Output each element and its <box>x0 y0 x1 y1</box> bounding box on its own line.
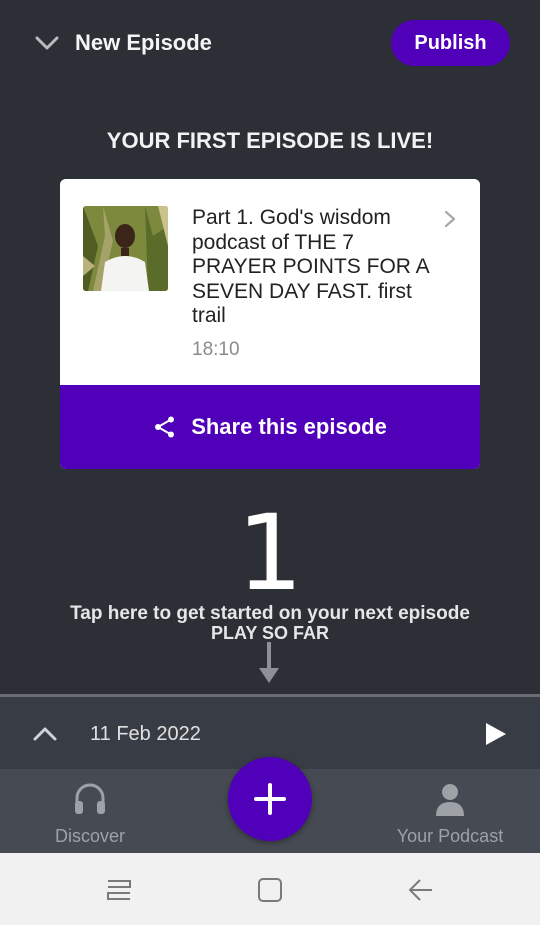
episode-live-heading: YOUR FIRST EPISODE IS LIVE! <box>106 128 434 153</box>
episode-duration: 18:10 <box>192 339 240 360</box>
back-icon[interactable] <box>406 875 436 905</box>
tab-your-podcast[interactable]: Your Podcast <box>360 769 540 853</box>
tab-discover-label: Discover <box>54 826 125 846</box>
home-icon[interactable] <box>255 875 285 905</box>
chevron-right-icon[interactable] <box>442 209 458 229</box>
page-title: New Episode <box>75 30 212 55</box>
publish-button[interactable]: Publish <box>391 20 510 66</box>
share-icon <box>155 416 175 438</box>
player-date: 11 Feb 2022 <box>90 723 201 745</box>
plus-icon <box>254 783 286 815</box>
next-episode-number[interactable]: 1 <box>0 498 540 608</box>
share-label: Share this episode <box>191 414 387 439</box>
headphones-icon <box>75 783 105 814</box>
next-episode-prompt[interactable]: Tap here to get started on your next epi… <box>0 603 540 625</box>
user-icon <box>436 784 464 816</box>
share-episode-button[interactable]: Share this episode <box>60 385 480 469</box>
episode-thumbnail <box>83 206 168 291</box>
add-episode-button[interactable] <box>228 757 312 841</box>
top-bar: New Episode Publish <box>0 0 540 88</box>
recent-apps-icon[interactable] <box>104 875 134 905</box>
play-icon[interactable] <box>484 721 508 747</box>
system-navigation-bar <box>0 853 540 925</box>
play-so-far-label: PLAY SO FAR <box>210 623 330 643</box>
episode-info[interactable]: Part 1. God's wisdom podcast of THE 7 PR… <box>60 179 480 385</box>
tab-discover[interactable]: Discover <box>0 769 180 853</box>
chevron-down-icon[interactable] <box>34 30 60 56</box>
chevron-up-icon[interactable] <box>32 721 58 747</box>
episode-title: Part 1. God's wisdom podcast of THE 7 PR… <box>192 206 429 327</box>
episode-card: Part 1. God's wisdom podcast of THE 7 PR… <box>60 179 480 469</box>
tab-your-podcast-label: Your Podcast <box>396 826 504 846</box>
arrow-down-icon <box>259 642 279 683</box>
